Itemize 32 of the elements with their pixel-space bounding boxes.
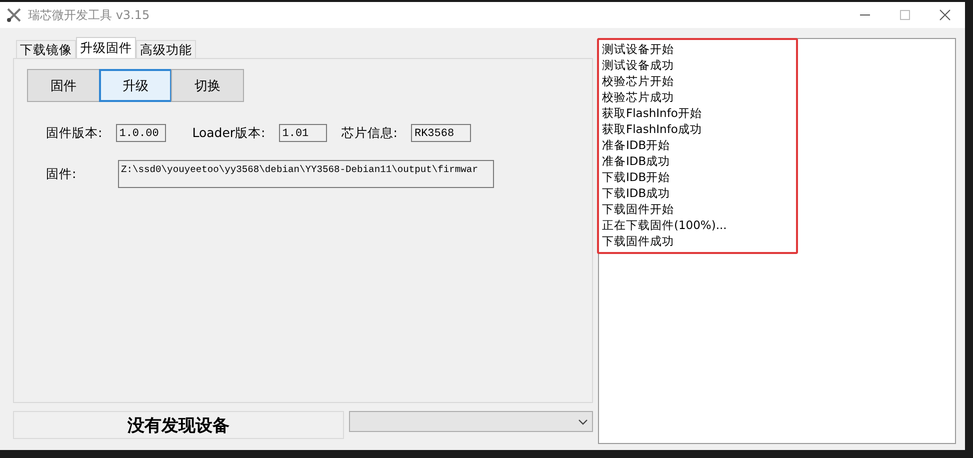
- window-title: 瑞芯微开发工具 v3.15: [28, 6, 151, 24]
- action-button[interactable]: 升级: [99, 69, 172, 102]
- log-line: 测试设备成功: [602, 57, 674, 73]
- info-field[interactable]: 1.0.00: [116, 124, 166, 142]
- tab[interactable]: 升级固件: [76, 37, 136, 58]
- log-line: 获取FlashInfo开始: [602, 105, 702, 121]
- log-line: 下载固件开始: [602, 201, 674, 217]
- path-field[interactable]: Z:\ssd0\youyeetoo\yy3568\debian\YY3568-Debian11\output\firmwar: [118, 160, 494, 188]
- info-field[interactable]: RK3568: [411, 124, 472, 142]
- field-label: 固件版本:: [46, 124, 102, 142]
- log-line: 测试设备开始: [602, 41, 674, 57]
- close-icon[interactable]: [939, 9, 951, 21]
- tab[interactable]: 下载镜像: [16, 40, 76, 58]
- chevron-down-icon: [578, 418, 588, 424]
- log-line: 下载IDB成功: [602, 185, 670, 201]
- field-label: 固件:: [46, 166, 78, 182]
- action-button[interactable]: 切换: [171, 69, 244, 102]
- log-line: 准备IDB成功: [602, 153, 670, 169]
- log-line: 下载固件成功: [602, 233, 674, 249]
- tab[interactable]: 高级功能: [136, 40, 196, 58]
- field-label: Loader版本:: [192, 124, 266, 142]
- log-line: 下载IDB开始: [602, 169, 670, 185]
- log-line: 准备IDB开始: [602, 137, 670, 153]
- info-field[interactable]: 1.01: [279, 124, 328, 142]
- action-button[interactable]: 固件: [27, 69, 100, 102]
- log-line: 正在下载固件(100%)...: [602, 217, 727, 233]
- log-line: 获取FlashInfo成功: [602, 121, 702, 137]
- log-line: 校验芯片开始: [602, 73, 674, 89]
- tools-icon: [6, 7, 22, 23]
- log-line: 校验芯片成功: [602, 89, 674, 105]
- device-status: 没有发现设备: [13, 411, 344, 439]
- field-label: 芯片信息:: [341, 124, 398, 142]
